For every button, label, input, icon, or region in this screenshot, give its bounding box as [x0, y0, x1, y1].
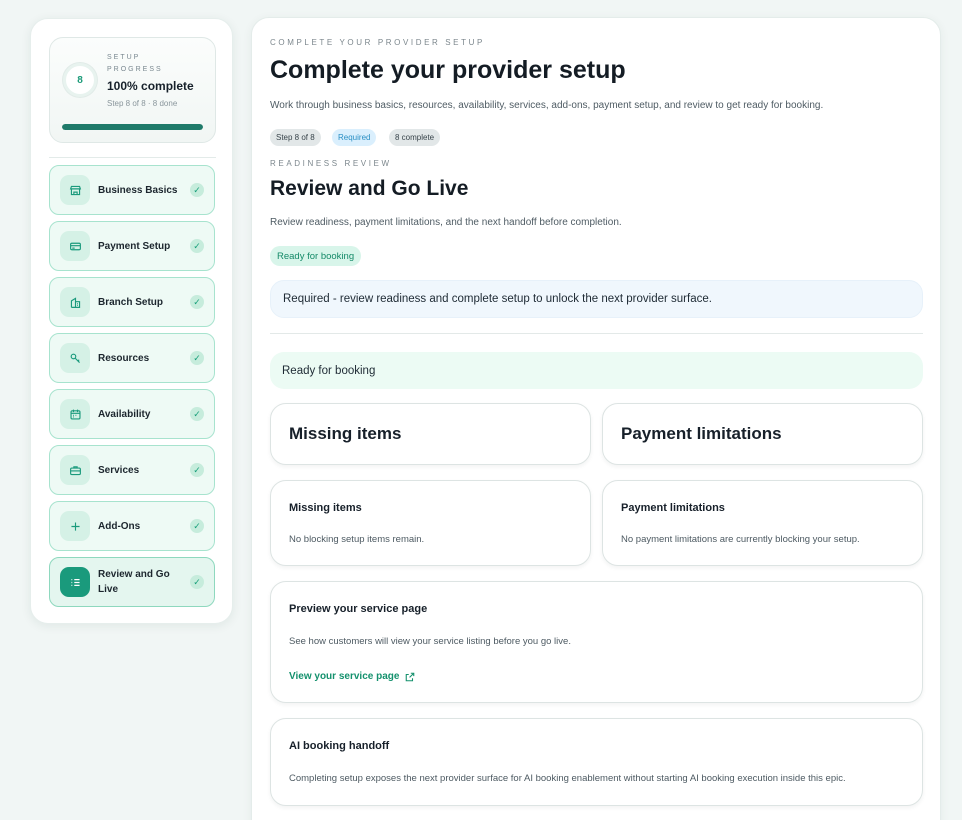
storefront-icon: [60, 175, 90, 205]
preview-service-card: Preview your service page See how custom…: [270, 581, 923, 703]
step-label: Availability: [98, 409, 151, 420]
step-services[interactable]: Services ✓: [49, 445, 215, 495]
check-icon: ✓: [190, 407, 204, 421]
check-icon: ✓: [190, 351, 204, 365]
payment-limitations-summary-card: Payment limitations: [602, 403, 923, 465]
external-link-icon: [406, 672, 415, 681]
app-root: 8 SETUP PROGRESS 100% complete Step 8 of…: [0, 0, 962, 820]
page-lead: Work through business basics, resources,…: [270, 100, 824, 111]
step-label: Services: [98, 465, 140, 476]
check-icon: ✓: [190, 183, 204, 197]
progress-step-ring: 8: [63, 63, 97, 97]
step-label: Resources: [98, 353, 150, 364]
required-banner: Required - review readiness and complete…: [270, 280, 923, 318]
step-review-and-go-live[interactable]: Review and Go Live ✓: [49, 557, 215, 607]
sidebar-divider: [49, 157, 216, 158]
ai-booking-handoff-card: AI booking handoff Completing setup expo…: [270, 718, 923, 806]
complete-count-chip: 8 complete: [389, 129, 441, 146]
section-divider: [270, 333, 923, 334]
plus-icon: [60, 511, 90, 541]
card-title: Preview your service page: [289, 603, 428, 615]
progress-label: SETUP PROGRESS: [107, 54, 163, 73]
view-service-page-link[interactable]: View your service page: [289, 671, 415, 682]
section-subtitle: Review readiness, payment limitations, a…: [270, 217, 622, 228]
progress-percent: 100% complete: [107, 79, 194, 93]
card-title: Missing items: [289, 502, 362, 514]
step-label: Add-Ons: [98, 521, 141, 532]
card-text: Completing setup exposes the next provid…: [289, 773, 846, 784]
check-icon: ✓: [190, 463, 204, 477]
card-text: No blocking setup items remain.: [289, 534, 425, 545]
credit-card-icon: [60, 231, 90, 261]
required-chip: Required: [332, 129, 377, 146]
check-icon: ✓: [190, 295, 204, 309]
progress-bar-fill: [62, 124, 203, 130]
wrench-icon: [60, 343, 90, 373]
setup-progress-card: 8 SETUP PROGRESS 100% complete Step 8 of…: [49, 37, 216, 143]
page-eyebrow: COMPLETE YOUR PROVIDER SETUP: [270, 38, 485, 47]
missing-items-summary-card: Missing items: [270, 403, 591, 465]
step-label: Payment Setup: [98, 241, 171, 252]
card-text: No payment limitations are currently blo…: [621, 534, 860, 545]
card-title: Payment limitations: [621, 424, 782, 443]
step-add-ons[interactable]: Add-Ons ✓: [49, 501, 215, 551]
step-count-chip: Step 8 of 8: [270, 129, 321, 146]
main-panel: COMPLETE YOUR PROVIDER SETUP Complete yo…: [251, 17, 941, 820]
briefcase-icon: [60, 455, 90, 485]
missing-items-card: Missing items No blocking setup items re…: [270, 480, 591, 566]
calendar-icon: [60, 399, 90, 429]
card-text: See how customers will view your service…: [289, 636, 571, 647]
section-title: Review and Go Live: [270, 177, 469, 200]
step-payment-setup[interactable]: Payment Setup ✓: [49, 221, 215, 271]
progress-bar: [62, 124, 203, 130]
check-icon: ✓: [190, 519, 204, 533]
check-icon: ✓: [190, 575, 204, 589]
step-label: Review and Go Live: [98, 569, 170, 595]
check-icon: ✓: [190, 239, 204, 253]
section-eyebrow: READINESS REVIEW: [270, 159, 392, 168]
step-resources[interactable]: Resources ✓: [49, 333, 215, 383]
step-business-basics[interactable]: Business Basics ✓: [49, 165, 215, 215]
ready-banner: Ready for booking: [270, 352, 923, 389]
setup-sidebar: 8 SETUP PROGRESS 100% complete Step 8 of…: [30, 18, 233, 624]
step-availability[interactable]: Availability ✓: [49, 389, 215, 439]
step-label: Business Basics: [98, 185, 178, 196]
checklist-icon: [60, 567, 90, 597]
card-title: AI booking handoff: [289, 740, 390, 752]
step-label: Branch Setup: [98, 297, 164, 308]
status-badge: Ready for booking: [270, 246, 362, 266]
card-title: Payment limitations: [621, 502, 725, 514]
payment-limitations-card: Payment limitations No payment limitatio…: [602, 480, 923, 566]
page-title: Complete your provider setup: [270, 56, 626, 84]
link-label: View your service page: [289, 671, 400, 682]
progress-subtext: Step 8 of 8 · 8 done: [107, 99, 178, 108]
step-branch-setup[interactable]: Branch Setup ✓: [49, 277, 215, 327]
card-title: Missing items: [289, 424, 402, 443]
building-icon: [60, 287, 90, 317]
